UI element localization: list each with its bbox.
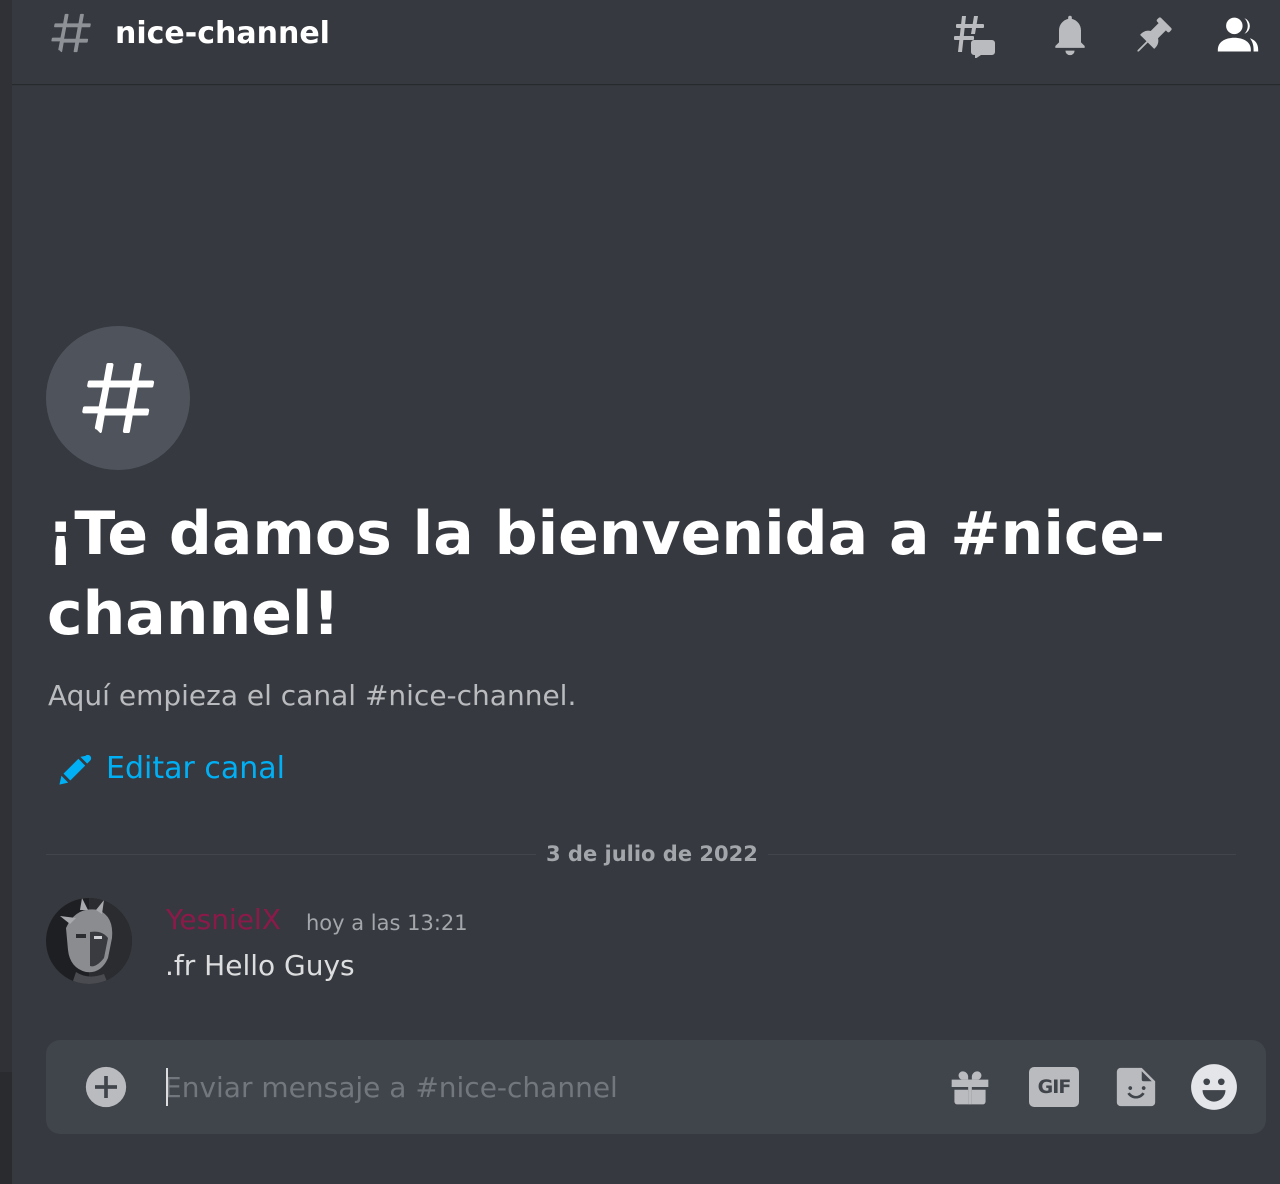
sticker-button[interactable] [1110,1062,1162,1112]
gif-button[interactable]: GIF [1028,1062,1080,1112]
emoji-icon [1191,1064,1237,1110]
message-input[interactable] [164,1062,924,1112]
sticker-icon [1116,1067,1156,1107]
welcome-subtitle: Aquí empieza el canal #nice-channel. [48,679,577,712]
avatar[interactable] [46,898,132,984]
text-caret [166,1068,168,1106]
server-sidebar-edge [0,0,12,1184]
threads-icon [954,16,995,58]
member-list-button[interactable] [1214,12,1262,58]
gift-button[interactable] [944,1062,996,1112]
message-composer: GIF [46,1040,1266,1134]
threads-button[interactable] [950,12,998,58]
user-avatar-image [46,898,132,984]
message-author[interactable]: YesnielX [166,900,281,940]
pin-icon [1137,17,1172,52]
channel-welcome-icon [46,326,190,470]
emoji-button[interactable] [1188,1062,1240,1112]
message-content: .fr Hello Guys [165,949,355,982]
message-timestamp: hoy a las 13:21 [306,911,468,935]
pencil-icon [59,754,92,785]
gift-icon [951,1071,989,1105]
date-divider-label: 3 de julio de 2022 [536,840,768,868]
channel-hash-icon [51,13,91,53]
edit-channel-label: Editar canal [106,751,285,786]
members-icon [1217,17,1259,52]
channel-title: nice-channel [115,16,330,51]
pinned-messages-button[interactable] [1130,12,1178,58]
app-window: nice-channel ¡Te damos la bienvenida a #… [0,0,1280,1184]
add-attachment-icon[interactable] [84,1065,128,1109]
edit-channel-link[interactable]: Editar canal [58,748,285,790]
gif-icon: GIF [1029,1067,1079,1107]
bell-icon [1055,15,1085,56]
channel-header: nice-channel [12,0,1280,84]
user-panel-edge [0,1072,12,1184]
hash-icon [82,362,155,434]
notifications-button[interactable] [1046,12,1094,58]
welcome-title: ¡Te damos la bienvenida a #nice-channel! [47,499,1166,649]
